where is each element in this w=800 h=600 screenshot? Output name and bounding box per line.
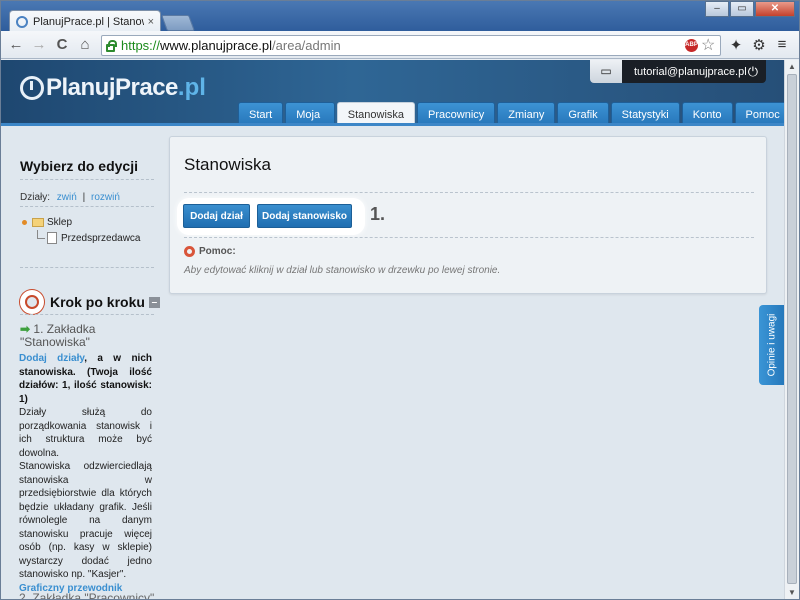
step-by-step-title: Krok po kroku	[50, 294, 145, 310]
back-button[interactable]: ←	[7, 36, 25, 54]
home-button[interactable]: ⌂	[76, 36, 94, 54]
scroll-down-icon[interactable]: ▼	[788, 588, 796, 597]
help-row: Pomoc:	[184, 246, 236, 257]
step-by-step-header: Krok po kroku –	[20, 290, 160, 314]
expand-link[interactable]: rozwiń	[91, 192, 120, 203]
new-tab-button[interactable]	[161, 15, 195, 31]
folder-icon	[32, 218, 44, 227]
add-position-button[interactable]: Dodaj stanowisko	[257, 204, 352, 228]
user-menu[interactable]: tutorial@planujprace.pl ⏻	[622, 60, 766, 83]
arrow-right-icon: ➡	[20, 322, 31, 336]
minimize-button[interactable]: –	[705, 1, 729, 17]
sidebar-divider	[20, 314, 154, 315]
step-description: Dodaj działy, a w nich stanowiska. (Twoj…	[19, 352, 152, 595]
address-bar[interactable]: https:// www.planujprace.pl /area/admin	[101, 35, 721, 56]
close-window-button[interactable]: ✕	[755, 1, 795, 17]
collapse-minus-icon[interactable]: –	[148, 296, 160, 308]
power-icon[interactable]: ⏻	[748, 64, 758, 80]
dzialy-label: Działy:	[20, 192, 51, 203]
panel-divider	[184, 192, 754, 193]
reload-button[interactable]: C	[53, 36, 71, 54]
feedback-tab[interactable]: Opinie i uwagi	[759, 305, 784, 385]
title-bar: PlanujPrace.pl | Stanowiska × – ▭ ✕	[1, 1, 799, 32]
add-departments-link[interactable]: Dodaj działy	[19, 353, 84, 364]
tab-title: PlanujPrace.pl | Stanowiska	[33, 15, 144, 28]
next-step-heading: 2. Zakładka "Pracownicy"	[19, 591, 155, 599]
user-email: tutorial@planujprace.pl	[634, 65, 747, 78]
page-title: Stanowiska	[184, 155, 271, 174]
lock-icon	[106, 39, 117, 52]
sidebar-divider	[20, 206, 154, 207]
tab-start[interactable]: Start	[238, 102, 284, 126]
lifebuoy-icon	[20, 290, 44, 314]
panel-divider	[184, 237, 754, 238]
sidebar-divider	[20, 267, 154, 268]
screen-icon[interactable]: ▭	[590, 60, 622, 83]
step-heading: ➡ 1. Zakładka "Stanowiska"	[20, 323, 95, 349]
tab-grafik[interactable]: Grafik	[557, 102, 609, 126]
tree-connector	[37, 229, 45, 239]
browser-tab[interactable]: PlanujPrace.pl | Stanowiska ×	[9, 10, 161, 32]
adblock-icon[interactable]: ABP	[685, 39, 698, 52]
tab-moja-praca[interactable]: Moja praca	[285, 102, 335, 126]
logo-text: PlanujPrace	[46, 74, 178, 101]
tree-item-label: Przedsprzedawca	[61, 232, 141, 244]
forward-button[interactable]: →	[30, 36, 48, 54]
feedback-label: Opinie i uwagi	[766, 313, 777, 377]
tab-close-icon[interactable]: ×	[148, 16, 154, 28]
scroll-up-icon[interactable]: ▲	[788, 62, 796, 71]
menu-icon[interactable]: ≡	[773, 36, 791, 53]
help-text: Aby edytować kliknij w dział lub stanowi…	[184, 265, 501, 276]
sidebar-divider	[20, 179, 154, 180]
logo-tld: .pl	[177, 74, 206, 101]
main-panel: Stanowiska Dodaj dział Dodaj stanowisko …	[169, 136, 767, 294]
scroll-thumb[interactable]	[787, 74, 797, 584]
page-viewport: PlanujPrace .pl ▭ tutorial@planujprace.pl…	[1, 60, 784, 599]
browser-toolbar: ← → C ⌂ https:// www.planujprace.pl /are…	[1, 31, 799, 59]
maximize-button[interactable]: ▭	[730, 1, 754, 17]
user-box: ▭ tutorial@planujprace.pl ⏻	[590, 60, 766, 83]
settings-gear-icon[interactable]: ⚙	[750, 36, 768, 54]
step-body-2: Działy służą do porządkowania stanowisk …	[19, 407, 152, 459]
document-icon	[47, 232, 57, 244]
url-path: /area/admin	[272, 38, 341, 53]
lifebuoy-icon	[184, 246, 195, 257]
tab-statystyki[interactable]: Statystyki	[610, 102, 680, 126]
step-number: 1.	[370, 204, 386, 224]
tab-zmiany[interactable]: Zmiany	[497, 102, 556, 126]
help-label: Pomoc:	[199, 246, 236, 257]
page-scrollbar[interactable]: ▲ ▼	[784, 60, 799, 599]
link-separator: |	[82, 192, 86, 203]
window-controls: – ▭ ✕	[704, 1, 795, 17]
tree-item-sklep[interactable]: Sklep	[22, 217, 72, 228]
tab-konto[interactable]: Konto	[681, 102, 733, 126]
site-logo[interactable]: PlanujPrace .pl	[20, 74, 206, 102]
bookmark-star-icon[interactable]: ☆	[701, 35, 715, 55]
main-nav: Start Moja praca Stanowiska Pracownicy Z…	[238, 102, 784, 126]
logo-clock-icon	[20, 76, 44, 100]
step-body-3: Stanowiska odzwierciedlają stanowiska w …	[19, 461, 152, 580]
collapse-link[interactable]: zwiń	[57, 192, 77, 203]
add-department-button[interactable]: Dodaj dział	[183, 204, 250, 228]
dzialy-controls: Działy: zwiń | rozwiń	[20, 192, 120, 203]
site-header: PlanujPrace .pl ▭ tutorial@planujprace.pl…	[1, 60, 784, 126]
tree-bullet-icon	[22, 220, 27, 225]
tree-item-position[interactable]: Przedsprzedawca	[37, 229, 141, 244]
site-favicon-icon	[16, 15, 28, 28]
step-title-line2: "Stanowiska"	[20, 335, 90, 349]
tab-pomoc[interactable]: Pomoc	[734, 102, 784, 126]
extension-icon[interactable]: ✦	[727, 36, 745, 54]
url-host: www.planujprace.pl	[160, 38, 273, 53]
step-title-line1: 1. Zakładka	[33, 322, 96, 336]
browser-window: PlanujPrace.pl | Stanowiska × – ▭ ✕ ← → …	[0, 0, 800, 600]
url-scheme: https://	[121, 38, 161, 53]
tree-item-label: Sklep	[47, 217, 73, 228]
sidebar-title: Wybierz do edycji	[20, 158, 138, 174]
tab-pracownicy[interactable]: Pracownicy	[417, 102, 496, 126]
tab-stanowiska[interactable]: Stanowiska	[336, 102, 416, 126]
